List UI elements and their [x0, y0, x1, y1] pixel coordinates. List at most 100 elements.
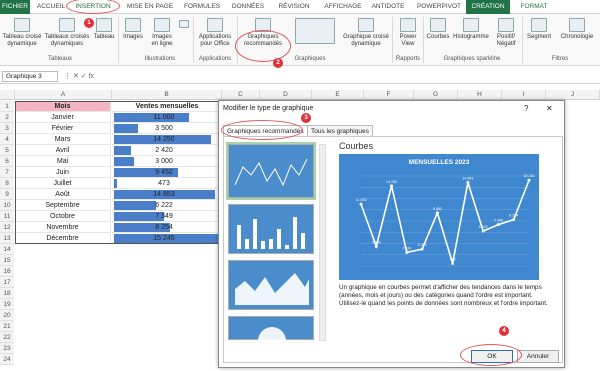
preview-data-label: 3 000 — [418, 243, 427, 247]
slicer-button[interactable]: Segment — [524, 18, 554, 41]
thumbnail-pie-chart[interactable] — [228, 316, 314, 355]
pivot-table-button[interactable]: Tableau croisé dynamique — [2, 18, 42, 48]
tab-all-charts[interactable]: Tous les graphiques — [307, 125, 373, 136]
divider — [193, 17, 194, 63]
divider — [423, 17, 424, 63]
preview-data-label: 2 420 — [402, 246, 411, 250]
tab-fichier[interactable]: FICHIER — [0, 0, 30, 14]
preview-point — [451, 261, 455, 265]
row-header[interactable]: 18 — [0, 288, 14, 299]
row-header[interactable]: 15 — [0, 255, 14, 266]
row-header[interactable]: 13 — [0, 233, 14, 244]
step-marker-2: 2 — [273, 58, 283, 68]
col-header-b[interactable]: B — [112, 90, 222, 100]
row-header[interactable]: 7 — [0, 167, 14, 178]
close-icon[interactable]: ✕ — [546, 104, 553, 113]
group-rapports: Rapports — [395, 56, 421, 62]
col-header-f[interactable]: F — [364, 90, 414, 100]
preview-point — [527, 178, 531, 182]
row-header[interactable]: 11 — [0, 211, 14, 222]
online-image-icon — [154, 18, 170, 32]
row-header[interactable]: 8 — [0, 178, 14, 189]
col-header-c[interactable]: C — [222, 90, 260, 100]
row-header[interactable]: 19 — [0, 299, 14, 310]
winloss-sparkline-icon — [498, 18, 514, 32]
tab-revision[interactable]: RÉVISION — [274, 2, 314, 14]
highlight-recommended-tab — [221, 120, 303, 140]
thumbnail-area-chart[interactable] — [228, 260, 314, 310]
row-header[interactable]: 14 — [0, 244, 14, 255]
shapes-button[interactable] — [176, 20, 192, 30]
highlight-recommended-charts — [235, 30, 291, 62]
row-header[interactable]: 1 — [0, 101, 14, 112]
row-header[interactable]: 12 — [0, 222, 14, 233]
preview-data-label: 3 500 — [372, 240, 381, 244]
tab-format[interactable]: FORMAT — [514, 2, 554, 14]
highlight-ok-button — [460, 344, 522, 366]
row-header[interactable]: 4 — [0, 134, 14, 145]
tab-formules[interactable]: FORMULES — [180, 2, 224, 14]
col-header-a[interactable]: A — [15, 90, 112, 100]
row-header[interactable]: 10 — [0, 200, 14, 211]
online-images-button[interactable]: Images en ligne — [148, 18, 176, 48]
row-header[interactable]: 20 — [0, 310, 14, 321]
tab-affichage[interactable]: AFFICHAGE — [320, 2, 366, 14]
row-header[interactable]: 21 — [0, 321, 14, 332]
row-header[interactable]: 24 — [0, 354, 14, 365]
preview-point — [359, 202, 363, 206]
sparkline-winloss-button[interactable]: Positif/ Négatif — [492, 18, 520, 48]
line-thumbnail — [234, 158, 308, 187]
thumbnail-scrollbar[interactable] — [319, 144, 326, 341]
row-header[interactable]: 2 — [0, 112, 14, 123]
row-header[interactable]: 9 — [0, 189, 14, 200]
preview-data-label: 11 000 — [356, 198, 367, 202]
tab-creation[interactable]: CRÉATION — [466, 0, 510, 14]
timeline-icon — [569, 18, 585, 32]
column-headers: A B C D E F G H I J — [0, 90, 600, 100]
row-header[interactable]: 5 — [0, 145, 14, 156]
preview-point — [390, 184, 394, 188]
col-header-e[interactable]: E — [312, 90, 364, 100]
col-header-i[interactable]: I — [502, 90, 546, 100]
col-header-d[interactable]: D — [260, 90, 312, 100]
cancel-button[interactable]: Annuler — [517, 350, 559, 363]
change-chart-type-dialog: Modifier le type de graphique ? ✕ Graphi… — [218, 100, 565, 368]
preview-series-line — [360, 179, 530, 264]
tab-donnees[interactable]: DONNÉES — [228, 2, 268, 14]
row-header[interactable]: 3 — [0, 123, 14, 134]
thumbnail-line-chart[interactable] — [226, 142, 316, 200]
tab-mise-en-page[interactable]: MISE EN PAGE — [124, 2, 176, 14]
table-border — [15, 101, 222, 244]
col-header-j[interactable]: J — [546, 90, 600, 100]
chart-types-gallery[interactable] — [290, 18, 340, 46]
tab-powerpivot[interactable]: POWERPIVOT — [414, 2, 464, 14]
line-sparkline-icon — [430, 18, 446, 32]
table-button[interactable]: Tableau — [92, 18, 116, 41]
name-box[interactable]: Graphique 3 — [2, 71, 58, 82]
row-header[interactable]: 16 — [0, 266, 14, 277]
row-header[interactable]: 23 — [0, 343, 14, 354]
images-button[interactable]: Images — [120, 18, 146, 41]
tab-antidote[interactable]: ANTIDOTE — [368, 2, 408, 14]
tab-accueil[interactable]: ACCUEIL — [34, 2, 68, 14]
select-all-corner[interactable] — [0, 90, 15, 100]
power-view-button[interactable]: Power View — [395, 18, 421, 48]
col-header-h[interactable]: H — [458, 90, 502, 100]
power-view-icon — [400, 18, 416, 32]
col-header-g[interactable]: G — [414, 90, 458, 100]
timeline-button[interactable]: Chronologie — [556, 18, 598, 41]
preview-point — [466, 180, 470, 184]
column-thumbnail — [237, 217, 305, 249]
office-apps-button[interactable]: Applications pour Office — [195, 18, 235, 48]
pivot-chart-button[interactable]: Graphique croisé dynamique — [342, 18, 390, 48]
preview-point — [435, 211, 439, 215]
row-header[interactable]: 22 — [0, 332, 14, 343]
sparkline-column-button[interactable]: Histogramme — [452, 18, 490, 41]
sparkline-line-button[interactable]: Courbes — [425, 18, 451, 41]
thumbnail-column-chart[interactable] — [228, 204, 314, 254]
shapes-icon — [179, 20, 189, 28]
row-header[interactable]: 17 — [0, 277, 14, 288]
preview-data-label: 7 349 — [494, 219, 503, 223]
help-icon[interactable]: ? — [524, 104, 528, 113]
row-header[interactable]: 6 — [0, 156, 14, 167]
